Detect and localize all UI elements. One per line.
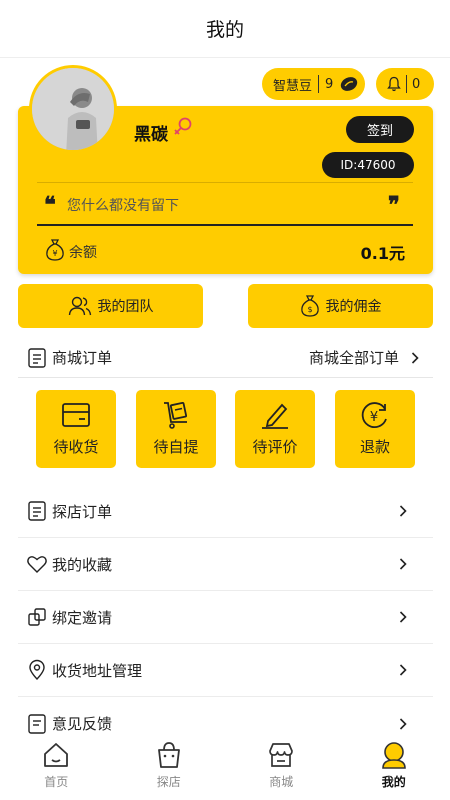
list-item-favorites[interactable]: 我的收藏 — [18, 538, 433, 591]
my-commission-button[interactable]: $ 我的佣金 — [248, 284, 433, 328]
tab-mall[interactable]: 商城 — [225, 735, 338, 800]
refund-yen-icon: ¥ — [361, 402, 387, 428]
chevron-right-icon — [411, 351, 419, 364]
feedback-icon — [28, 713, 46, 734]
shopping-bag-icon — [157, 742, 180, 768]
list-item-label: 我的收藏 — [52, 555, 113, 574]
storefront-icon — [269, 743, 294, 767]
chevron-right-icon — [399, 717, 407, 730]
svg-text:¥: ¥ — [370, 410, 378, 425]
heart-icon — [27, 556, 47, 573]
package-box-icon — [62, 403, 90, 427]
wisdom-beans-label: 智慧豆 — [273, 78, 313, 94]
chevron-right-icon — [399, 611, 407, 623]
tab-home[interactable]: 首页 — [0, 735, 113, 800]
balance-label: 余额 — [69, 245, 97, 261]
self-pickup-label: 待自提 — [153, 438, 199, 456]
my-team-button[interactable]: 我的团队 — [18, 284, 203, 328]
pill-divider — [318, 75, 320, 93]
self-pickup-tile[interactable]: 待自提 — [136, 390, 216, 468]
card-divider-bold — [37, 224, 413, 226]
tab-label: 商城 — [269, 775, 294, 789]
refund-tile[interactable]: ¥ 退款 — [335, 390, 415, 468]
tab-label: 我的 — [381, 775, 406, 789]
list-item-bind-invite[interactable]: 绑定邀请 — [18, 591, 433, 644]
avatar[interactable] — [29, 65, 117, 153]
wisdom-beans-pill[interactable]: 智慧豆 9 — [262, 68, 365, 100]
hand-cart-icon — [164, 401, 188, 429]
bind-link-icon — [28, 608, 46, 626]
list-item-label: 绑定邀请 — [52, 608, 113, 627]
page-header: 我的 — [0, 0, 450, 58]
tab-explore-store[interactable]: 探店 — [113, 735, 226, 800]
list-item-address-management[interactable]: 收货地址管理 — [18, 644, 433, 697]
bean-icon — [341, 77, 358, 91]
tab-label: 首页 — [44, 775, 69, 789]
home-icon — [44, 743, 69, 767]
chevron-right-icon — [399, 664, 407, 676]
chevron-right-icon — [399, 558, 407, 570]
svg-text:$: $ — [307, 305, 312, 314]
tab-label: 探店 — [156, 775, 181, 789]
list-item-store-visit-orders[interactable]: 探店订单 — [18, 485, 433, 538]
chevron-right-icon — [399, 505, 407, 517]
my-commission-label: 我的佣金 — [325, 299, 382, 315]
tab-me[interactable]: 我的 — [338, 735, 450, 800]
balance-value[interactable]: 0.1元 — [361, 240, 405, 264]
sign-in-button[interactable]: 签到 — [346, 116, 414, 143]
svg-text:¥: ¥ — [52, 249, 57, 258]
wisdom-beans-count: 9 — [325, 76, 334, 92]
mall-orders-title: 商城订单 — [52, 349, 113, 367]
user-id-badge: ID:47600 — [322, 152, 414, 178]
pending-receipt-label: 待收货 — [53, 438, 99, 456]
my-team-label: 我的团队 — [97, 299, 154, 315]
notification-count: 0 — [412, 76, 421, 92]
pending-receipt-tile[interactable]: 待收货 — [36, 390, 116, 468]
card-divider — [37, 182, 413, 183]
motto-text[interactable]: 您什么都没有留下 — [67, 195, 179, 215]
money-bag-icon: ¥ — [46, 239, 64, 261]
notifications-pill[interactable]: 0 — [376, 68, 434, 100]
order-list-icon — [28, 347, 46, 368]
location-pin-icon — [29, 659, 45, 681]
page-title: 我的 — [205, 19, 244, 41]
all-mall-orders-label: 商城全部订单 — [308, 349, 399, 367]
mall-orders-header[interactable]: 商城订单 商城全部订单 — [18, 338, 433, 378]
pencil-edit-icon — [262, 403, 288, 429]
list-item-label: 意见反馈 — [52, 715, 113, 733]
username: 黑碳 — [134, 125, 168, 145]
user-profile-icon — [381, 742, 406, 769]
pill-divider — [406, 75, 407, 93]
close-quote-icon: ❞ — [388, 192, 400, 218]
document-list-icon — [28, 501, 46, 521]
team-icon — [68, 296, 91, 316]
pending-review-label: 待评价 — [252, 438, 298, 456]
open-quote-icon: ❝ — [44, 192, 56, 218]
bell-icon — [387, 76, 401, 92]
list-item-label: 探店订单 — [52, 502, 113, 521]
bottom-tab-bar: 首页 探店 商城 我的 — [0, 735, 450, 800]
pending-review-tile[interactable]: 待评价 — [235, 390, 315, 468]
female-gender-icon — [174, 117, 192, 135]
list-item-label: 收货地址管理 — [52, 661, 143, 680]
commission-bag-icon: $ — [300, 295, 319, 317]
all-mall-orders-link[interactable]: 商城全部订单 — [309, 347, 433, 368]
refund-label: 退款 — [359, 438, 390, 456]
